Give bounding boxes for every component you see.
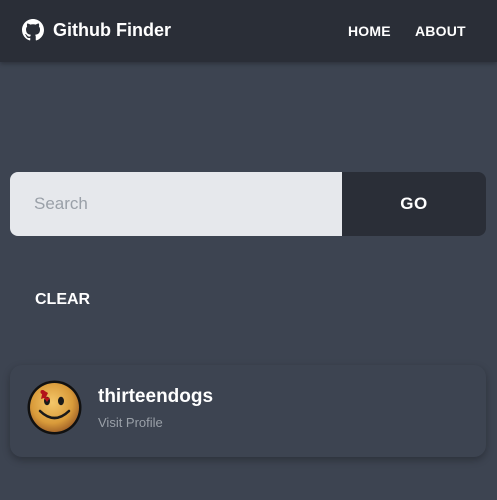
- search-input[interactable]: [10, 172, 342, 236]
- navbar: Github Finder HOME ABOUT: [0, 0, 497, 62]
- avatar: [26, 379, 83, 436]
- nav-link-about[interactable]: ABOUT: [415, 23, 466, 39]
- github-icon: [22, 19, 44, 41]
- search-form: GO: [10, 172, 486, 236]
- smiley-face-avatar: [27, 380, 82, 435]
- visit-profile-link[interactable]: Visit Profile: [98, 415, 163, 430]
- brand[interactable]: Github Finder: [22, 19, 171, 41]
- clear-button[interactable]: CLEAR: [35, 291, 90, 309]
- go-button[interactable]: GO: [342, 172, 486, 236]
- user-card: thirteendogs Visit Profile: [10, 365, 486, 457]
- nav-link-home[interactable]: HOME: [348, 23, 391, 39]
- app-title: Github Finder: [53, 19, 171, 40]
- username: thirteendogs: [98, 386, 214, 407]
